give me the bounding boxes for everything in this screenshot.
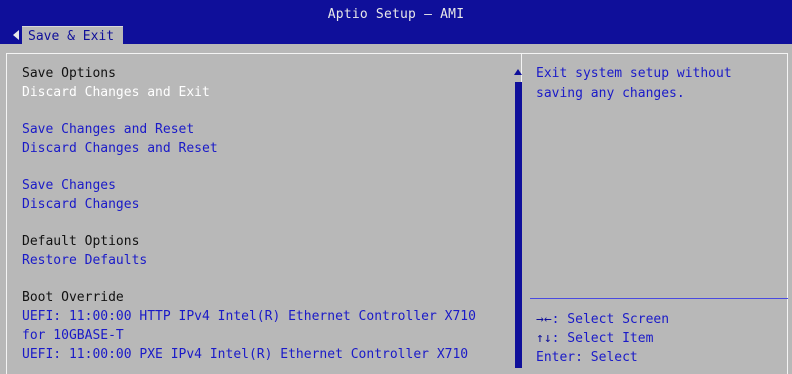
menu-item-boot-pxe[interactable]: UEFI: 11:00:00 PXE IPv4 Intel(R) Etherne… bbox=[22, 345, 512, 364]
boot-http-line2[interactable]: for 10GBASE-T bbox=[22, 326, 512, 345]
key-select-item-label: : Select Item bbox=[551, 331, 654, 346]
key-select-screen-label: : Select Screen bbox=[551, 312, 670, 327]
section-boot-override: Boot Override bbox=[22, 290, 124, 305]
section-save-options: Save Options bbox=[22, 66, 116, 81]
help-panel: Exit system setup without saving any cha… bbox=[536, 64, 776, 104]
keys-separator bbox=[530, 298, 788, 299]
up-down-arrows-icon: ↑↓ bbox=[536, 331, 552, 346]
key-enter-select: Enter: Select bbox=[536, 350, 638, 365]
menu-list: Save Options Discard Changes and Exit Sa… bbox=[22, 64, 512, 364]
tab-label[interactable]: Save & Exit bbox=[22, 25, 124, 45]
menu-item-discard-changes-and-reset[interactable]: Discard Changes and Reset bbox=[22, 139, 512, 158]
menu-item-save-changes-and-reset[interactable]: Save Changes and Reset bbox=[22, 120, 512, 139]
key-select-item: ↑↓: Select Item bbox=[536, 329, 776, 348]
left-right-arrows-icon: →← bbox=[536, 312, 552, 327]
menu-item-discard-changes[interactable]: Discard Changes bbox=[22, 195, 512, 214]
app-title: Aptio Setup – AMI bbox=[327, 7, 465, 22]
menu-item-discard-changes-and-exit[interactable]: Discard Changes and Exit bbox=[22, 83, 512, 102]
scrollbar-thumb[interactable] bbox=[515, 82, 522, 368]
help-text-line2: saving any changes. bbox=[536, 86, 685, 101]
left-arrow-icon[interactable] bbox=[13, 30, 19, 40]
header-bar: Aptio Setup – AMI Save & Exit bbox=[0, 0, 792, 45]
key-legend: →←: Select Screen ↑↓: Select Item Enter:… bbox=[536, 310, 776, 367]
boot-http-line1[interactable]: UEFI: 11:00:00 HTTP IPv4 Intel(R) Ethern… bbox=[22, 307, 512, 326]
menu-item-restore-defaults[interactable]: Restore Defaults bbox=[22, 251, 512, 270]
menu-item-save-changes[interactable]: Save Changes bbox=[22, 176, 512, 195]
menu-item-boot-http[interactable]: UEFI: 11:00:00 HTTP IPv4 Intel(R) Ethern… bbox=[22, 307, 512, 345]
tab-save-exit[interactable]: Save & Exit bbox=[13, 25, 124, 45]
section-default-options: Default Options bbox=[22, 234, 140, 249]
help-text-line1: Exit system setup without bbox=[536, 66, 732, 81]
key-select-screen: →←: Select Screen bbox=[536, 310, 776, 329]
scroll-up-arrow-icon[interactable] bbox=[514, 69, 522, 75]
